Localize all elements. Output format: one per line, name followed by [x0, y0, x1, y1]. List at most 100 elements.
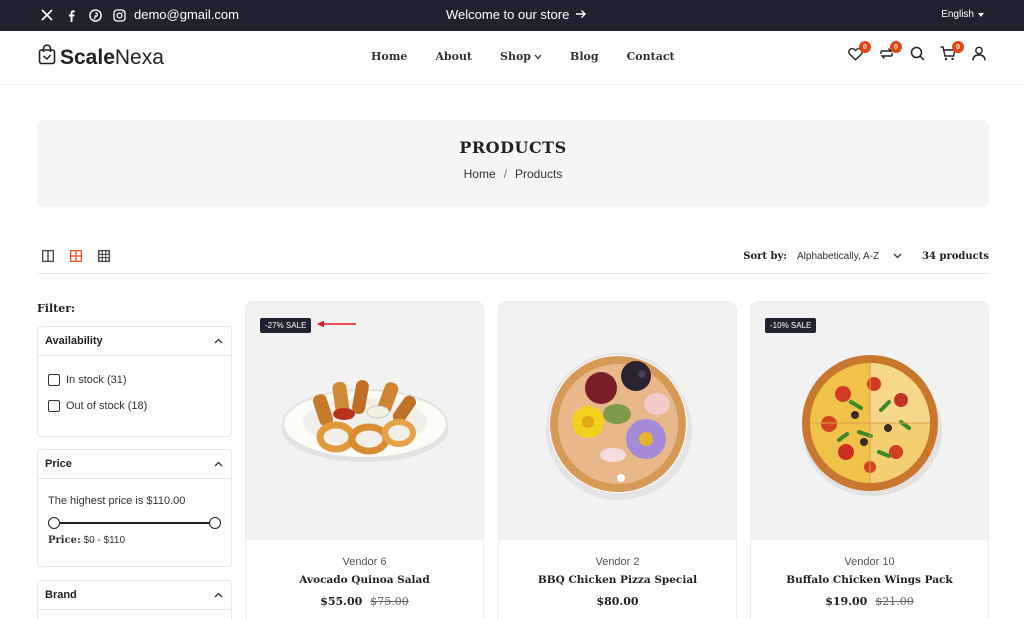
cart-count-badge: 0 [952, 41, 964, 53]
logo-bold-text: Scale [60, 45, 115, 69]
page-title: PRODUCTS [459, 138, 567, 157]
pinterest-icon[interactable] [88, 8, 102, 22]
search-button[interactable] [908, 46, 926, 66]
sale-price: $80.00 [596, 595, 639, 608]
wishlist-button[interactable]: 0 [846, 41, 871, 65]
x-icon[interactable] [40, 8, 54, 22]
nav-contact[interactable]: Contact [627, 50, 675, 63]
price-max-handle[interactable] [209, 517, 221, 529]
availability-header[interactable]: Availability [38, 327, 231, 356]
sale-badge: -10% SALE [765, 318, 817, 333]
nav-home[interactable]: Home [371, 50, 407, 63]
compare-button[interactable]: 0 [877, 41, 902, 65]
product-card[interactable]: -10% SALE Vendor 10 Buffalo Chicken Wing… [750, 301, 989, 619]
brand-title: Brand [45, 589, 77, 601]
compare-at-price: $21.00 [875, 595, 914, 608]
search-icon [910, 46, 925, 66]
product-price: $55.00 $75.00 [246, 595, 483, 608]
decorated-pizza-image [546, 353, 692, 500]
grid-4-columns-icon[interactable] [98, 250, 112, 264]
brand-filter: Brand [37, 580, 232, 619]
page-banner: PRODUCTS Home / Products [37, 120, 989, 207]
pizza-image [802, 355, 942, 496]
nav-blog[interactable]: Blog [570, 50, 599, 63]
header-actions: 0 0 0 [846, 41, 988, 66]
price-range-value: $0 - $110 [83, 535, 126, 546]
grid-2-columns-icon[interactable] [42, 250, 56, 264]
out-of-stock-option[interactable]: Out of stock (18) [48, 400, 221, 412]
account-button[interactable] [970, 46, 988, 66]
fried-appetizer-plate-image [282, 380, 448, 462]
chevron-up-icon [214, 335, 223, 347]
product-price: $80.00 [499, 595, 736, 608]
out-of-stock-checkbox[interactable] [48, 400, 60, 412]
price-title: Price [45, 458, 72, 470]
price-filter: Price The highest price is $110.00 Price… [37, 449, 232, 567]
cart-button[interactable]: 0 [939, 41, 964, 65]
breadcrumb-current: Products [515, 167, 563, 181]
price-slider-track [54, 522, 215, 524]
top-bar: demo@gmail.com Welcome to our store Engl… [0, 0, 1024, 31]
nav-shop[interactable]: Shop [500, 50, 542, 63]
breadcrumb: Home / Products [37, 167, 989, 181]
filter-heading: Filter: [37, 302, 76, 315]
product-price: $19.00 $21.00 [751, 595, 988, 608]
chevron-up-icon [214, 589, 223, 601]
in-stock-label: In stock (31) [66, 374, 127, 386]
caret-down-icon [978, 9, 984, 20]
language-label: English [941, 9, 974, 20]
product-card[interactable]: Vendor 2 BBQ Chicken Pizza Special $80.0… [498, 301, 737, 619]
contact-email[interactable]: demo@gmail.com [134, 7, 239, 22]
brand-header[interactable]: Brand [38, 581, 231, 610]
product-vendor[interactable]: Vendor 6 [246, 556, 483, 568]
site-header: ScaleNexa Home About Shop Blog Contact 0… [0, 31, 1024, 85]
product-title[interactable]: Buffalo Chicken Wings Pack [751, 574, 988, 586]
shopping-bag-logo-icon [38, 44, 56, 71]
highest-price-text: The highest price is $110.00 [48, 495, 186, 507]
price-range-display: Price: $0 - $110 [48, 535, 221, 546]
view-switcher [42, 250, 112, 264]
product-count: 34 products [922, 251, 989, 262]
sort-select[interactable]: Alphabetically, A-Z [797, 251, 902, 262]
price-header[interactable]: Price [38, 450, 231, 479]
grid-3-columns-icon[interactable] [70, 250, 84, 264]
compare-count-badge: 0 [890, 41, 902, 53]
price-range-label: Price: [48, 535, 81, 546]
instagram-icon[interactable] [112, 8, 126, 22]
product-vendor[interactable]: Vendor 10 [751, 556, 988, 568]
user-icon [972, 46, 986, 66]
social-links [40, 8, 126, 22]
product-vendor[interactable]: Vendor 2 [499, 556, 736, 568]
product-image[interactable] [499, 302, 736, 540]
chevron-down-icon [893, 251, 902, 262]
logo-thin-text: Nexa [114, 45, 164, 69]
sort-controls: Sort by: Alphabetically, A-Z 34 products [743, 251, 989, 262]
in-stock-checkbox[interactable] [48, 374, 60, 386]
welcome-text: Welcome to our store [446, 7, 570, 22]
facebook-icon[interactable] [64, 8, 78, 22]
availability-title: Availability [45, 335, 103, 347]
language-selector[interactable]: English [941, 9, 984, 20]
logo[interactable]: ScaleNexa [38, 44, 164, 71]
arrow-right-icon [575, 7, 587, 22]
sale-price: $19.00 [825, 595, 868, 608]
main-nav: Home About Shop Blog Contact [371, 50, 675, 63]
chevron-up-icon [214, 458, 223, 470]
sort-label: Sort by: [743, 251, 787, 262]
product-image[interactable] [246, 302, 483, 540]
collection-toolbar: Sort by: Alphabetically, A-Z 34 products [37, 248, 989, 274]
breadcrumb-home[interactable]: Home [464, 167, 496, 181]
product-title[interactable]: BBQ Chicken Pizza Special [499, 574, 736, 586]
welcome-link[interactable]: Welcome to our store [446, 7, 587, 22]
price-range-slider[interactable] [48, 517, 221, 529]
availability-filter: Availability In stock (31) Out of stock … [37, 326, 232, 437]
wishlist-count-badge: 0 [859, 41, 871, 53]
product-image[interactable] [751, 302, 988, 540]
in-stock-option[interactable]: In stock (31) [48, 374, 221, 386]
product-card[interactable]: -27% SALE Vendor 6 Avocado Quinoa Salad … [245, 301, 484, 619]
sale-price: $55.00 [320, 595, 363, 608]
nav-about[interactable]: About [435, 50, 472, 63]
product-title[interactable]: Avocado Quinoa Salad [246, 574, 483, 586]
price-min-handle[interactable] [48, 517, 60, 529]
nav-shop-label: Shop [500, 50, 532, 63]
